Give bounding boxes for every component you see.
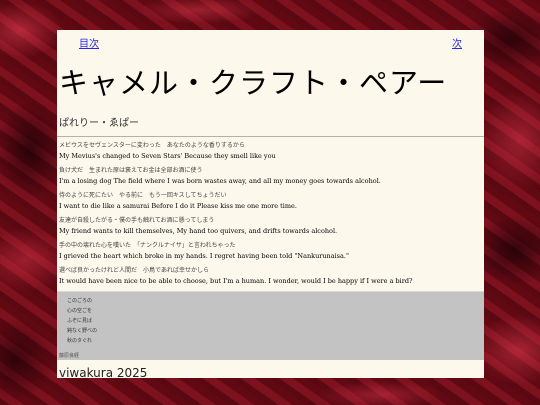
page-title: キャメル・クラフト・ペアー [59,66,448,100]
next-link-top[interactable]: 次 [452,35,462,50]
top-nav: 目次 次 [57,30,484,50]
verse-item: 侍のように死にたい やる前に もう一回キスしてちょうだい I want to d… [59,191,484,211]
page-subtitle: ぱれりー・ゑぱー [59,118,139,129]
verse-japanese: 選べば良かったけれど人間だ 小鳥であれば幸せかしら [59,267,209,274]
poem-line: 鈍なく野べの [67,328,98,334]
verse-japanese: 負け犬だ 生まれた原は褒えてお金は全部お酒に使う [59,167,203,174]
verse-japanese: 友達が自殺したがる・僕の手も触れてお酒に懸ってしまう [59,217,215,224]
verse-english: My Mevius's changed to Seven Stars' Beca… [59,152,276,160]
verse-item: メビウスをセヴェンスターに変わった あなたのような香りするから My Meviu… [59,141,484,161]
poem-line: ふぞに見ば [67,318,93,324]
page-card: 目次 次 キャメル・クラフト・ペアー ぱれりー・ゑぱー メビウスをセヴェンスター… [57,30,484,378]
verse-english: I want to die like a samurai Before I do… [59,202,297,210]
verse-japanese: 手の中の壊れた心を嘆いた 「ナンクルナイサ」と言われちゃった [59,242,236,249]
verse-english: It would have been nice to be able to ch… [59,277,413,285]
verse-english: My friend wants to kill themselves, My h… [59,227,338,235]
verse-item: 手の中の壊れた心を嘆いた 「ナンクルナイサ」と言われちゃった I grieved… [59,241,484,261]
verse-list: メビウスをセヴェンスターに変わった あなたのような香りするから My Meviu… [57,141,484,286]
poem-credit: 藤原良経 [59,353,80,359]
poem-line: 心の空ごを [67,308,93,314]
verse-english: I grieved the heart which broke in my ha… [59,252,349,260]
divider [57,136,484,137]
verse-japanese: 侍のように死にたい やる前に もう一回キスしてちょうだい [59,192,227,199]
verse-item: 負け犬だ 生まれた原は褒えてお金は全部お酒に使う I'm a losing do… [59,166,484,186]
verse-item: 友達が自殺したがる・僕の手も触れてお酒に懸ってしまう My friend wan… [59,216,484,236]
footer-credit: viwakura 2025 [59,366,148,378]
verse-item: 選べば良かったけれど人間だ 小鳥であれば幸せかしら It would have … [59,266,484,286]
toc-link-top[interactable]: 目次 [79,35,99,50]
quoted-poem-block: このごろの 心の空ごを ふぞに見ば 鈍なく野べの 秋のタぐれ 藤原良経 [57,291,484,360]
verse-english: I'm a losing dog The field where I was b… [59,177,381,185]
verse-japanese: メビウスをセヴェンスターに変わった あなたのような香りするから [59,142,245,149]
poem-line: このごろの [67,298,93,304]
poem-line: 秋のタぐれ [67,338,93,344]
quoted-poem: このごろの 心の空ごを ふぞに見ば 鈍なく野べの 秋のタぐれ [67,296,97,346]
